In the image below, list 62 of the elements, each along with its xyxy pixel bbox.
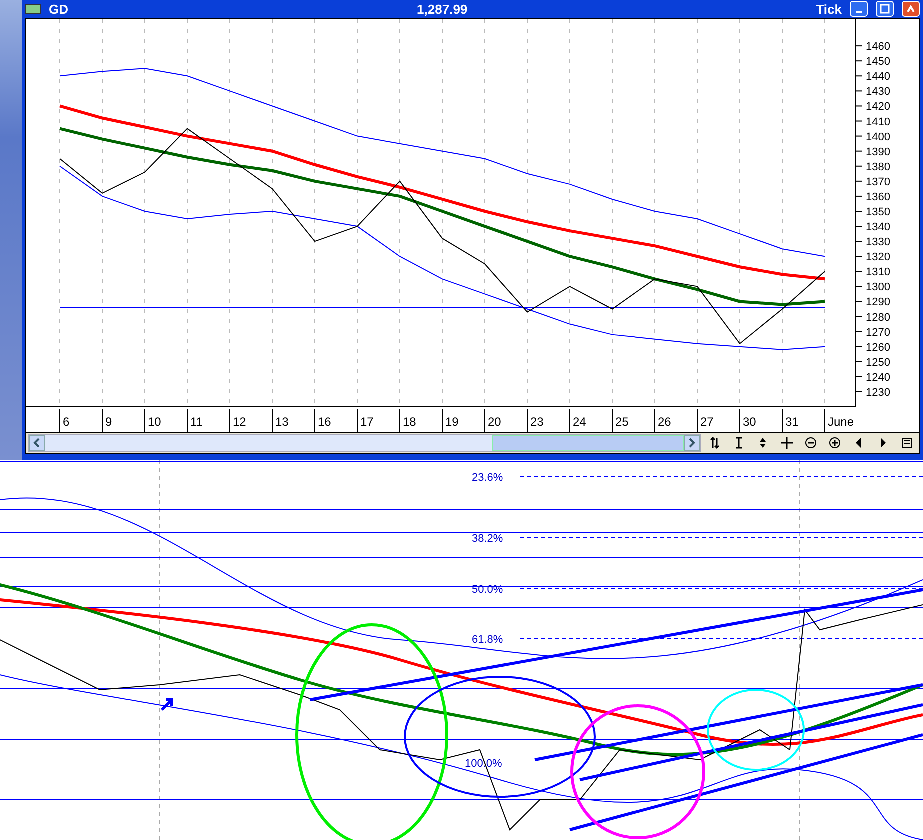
fib-level-label: 50.0%	[472, 584, 504, 596]
scroll-right-button[interactable]	[684, 435, 700, 451]
chevron-right-icon	[688, 438, 696, 448]
maximize-button[interactable]	[876, 1, 894, 17]
x-axis-label: 6	[63, 415, 70, 429]
y-axis-label: 1430	[866, 86, 890, 98]
y-axis-label: 1400	[866, 131, 890, 144]
x-axis-label: 19	[446, 415, 459, 429]
x-axis-label: 13	[276, 415, 289, 429]
y-axis-label: 1340	[866, 222, 890, 234]
x-axis-label: 20	[488, 415, 502, 429]
window-title: GD	[49, 2, 68, 16]
x-axis-label: 11	[190, 415, 203, 429]
y-axis-label: 1250	[866, 356, 890, 369]
x-axis-label: June	[828, 415, 854, 429]
x-axis-label: 9	[106, 415, 112, 429]
scroll-left-button[interactable]	[29, 435, 45, 451]
x-axis-label: 23	[530, 415, 544, 429]
y-axis-label: 1440	[866, 71, 890, 84]
y-axis-label: 1310	[866, 266, 890, 279]
y-axis-label: 1350	[866, 206, 890, 218]
fib-level-label: 23.6%	[472, 472, 504, 484]
y-axis-label: 1460	[866, 41, 890, 54]
x-axis-label: 18	[403, 415, 416, 429]
close-button[interactable]	[902, 1, 920, 17]
x-axis-label: 30	[743, 415, 756, 429]
x-axis-label: 17	[360, 415, 374, 429]
minimize-button[interactable]	[850, 1, 868, 17]
y-axis-label: 1260	[866, 342, 890, 354]
window-price: 1,287.99	[416, 2, 469, 16]
y-axis-label: 1380	[866, 161, 890, 174]
y-axis-label: 1390	[866, 146, 890, 158]
app-icon	[25, 4, 41, 14]
x-axis-label: 12	[233, 415, 246, 429]
interval-label: Tick	[816, 2, 842, 16]
fib-level-label: 38.2%	[472, 533, 504, 545]
y-axis-label: 1300	[866, 282, 890, 294]
horizontal-scrollbar[interactable]	[28, 434, 701, 452]
scrollbar-thumb[interactable]	[492, 435, 684, 451]
y-axis-label: 1410	[866, 116, 890, 128]
y-axis-label: 1280	[866, 312, 890, 324]
y-axis-label: 1270	[866, 326, 890, 339]
y-axis-label: 1240	[866, 372, 890, 384]
fib-level-label: 61.8%	[472, 634, 504, 646]
x-axis-label: 25	[616, 415, 629, 429]
x-axis-label: 10	[148, 415, 162, 429]
maximize-icon	[880, 4, 890, 14]
y-axis-label: 1230	[866, 386, 890, 399]
x-axis-label: 31	[786, 415, 799, 429]
chevron-left-icon	[33, 438, 41, 448]
y-axis-label: 1360	[866, 191, 890, 204]
y-axis-label: 1320	[866, 252, 890, 264]
arrow-icon	[160, 698, 174, 712]
x-axis-label: 27	[700, 415, 714, 429]
x-axis-label: 24	[573, 415, 586, 429]
y-axis-label: 1370	[866, 176, 890, 188]
x-axis-label: 26	[658, 415, 672, 429]
y-axis-label: 1330	[866, 236, 890, 249]
y-axis-label: 1450	[866, 56, 890, 68]
x-axis-label: 16	[318, 415, 332, 429]
y-axis-label: 1420	[866, 101, 890, 114]
y-axis-label: 1290	[866, 296, 890, 309]
